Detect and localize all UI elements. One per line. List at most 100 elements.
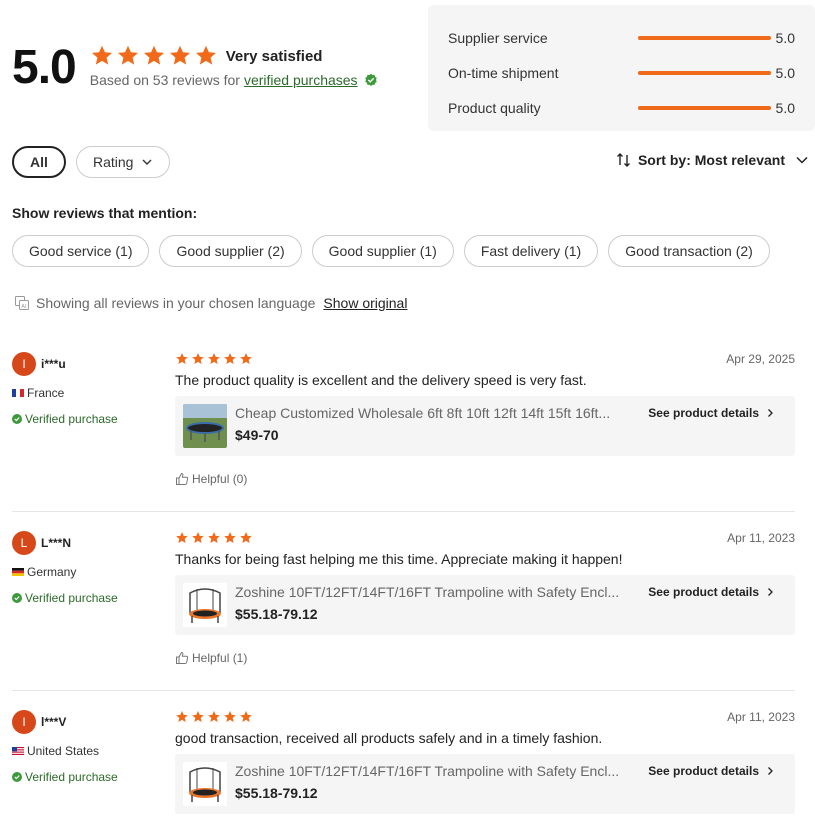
helpful-button[interactable]: Helpful (1): [175, 651, 795, 665]
score-value: 5.0: [775, 65, 795, 81]
review-text: Thanks for being fast helping me this ti…: [175, 551, 623, 567]
review-body: Apr 11, 2023 good transaction, received …: [175, 710, 795, 814]
star-icon: [176, 711, 188, 723]
verified-purchase-badge: Verified purchase: [12, 591, 162, 605]
summary-details: Very satisfied Based on 53 reviews for v…: [90, 44, 378, 88]
score-bar-fill: [638, 106, 771, 110]
flag-us-icon: [12, 747, 24, 755]
score-bar-fill: [638, 36, 771, 40]
reviewer-name: i***u: [41, 357, 66, 371]
sort-icon: [616, 153, 630, 167]
chevron-down-icon: [796, 156, 808, 164]
reviewer-country: France: [12, 386, 162, 400]
helpful-button[interactable]: Helpful (0): [175, 472, 795, 486]
language-notice: AI Showing all reviews in your chosen la…: [14, 295, 407, 311]
score-row-on-time-shipment: On-time shipment 5.0: [448, 63, 795, 83]
chevron-down-icon: [142, 159, 152, 165]
score-value: 5.0: [775, 100, 795, 116]
see-details-label: See product details: [648, 406, 759, 420]
flag-de-icon: [12, 568, 24, 576]
trampoline-enclosure-icon: [183, 583, 227, 627]
verified-label: Verified purchase: [25, 591, 118, 605]
sort-dropdown[interactable]: Sort by: Most relevant: [616, 152, 809, 168]
verified-purchase-badge: Verified purchase: [12, 770, 162, 784]
satisfaction-label: Very satisfied: [225, 47, 323, 65]
reviewer-info: L L***N Germany Verified purchase: [12, 531, 162, 605]
overall-score: 5.0: [12, 41, 77, 94]
filter-all-button[interactable]: All: [12, 146, 66, 178]
verified-purchase-badge: Verified purchase: [12, 412, 162, 426]
summary-stars-row: Very satisfied: [90, 44, 378, 68]
star-icon: [192, 532, 204, 544]
filter-rating-label: Rating: [93, 154, 134, 170]
review-divider: [12, 690, 795, 691]
trampoline-enclosure-icon: [183, 762, 227, 806]
product-card[interactable]: Zoshine 10FT/12FT/14FT/16FT Trampoline w…: [175, 575, 795, 635]
star-icon: [91, 45, 112, 65]
review-body: Apr 29, 2025 The product quality is exce…: [175, 352, 795, 486]
thumbs-up-icon: [176, 472, 189, 485]
reviewer-name: L***N: [41, 536, 72, 550]
mention-tag-good-supplier-2[interactable]: Good supplier (1): [311, 235, 454, 267]
star-icon: [176, 532, 188, 544]
country-name: United States: [27, 744, 100, 758]
language-notice-text: Showing all reviews in your chosen langu…: [36, 295, 316, 311]
trampoline-outdoor-icon: [183, 404, 227, 448]
reviewer-country: Germany: [12, 565, 162, 579]
verified-check-icon: [12, 593, 22, 603]
show-original-link[interactable]: Show original: [323, 295, 407, 311]
review-stars: [175, 531, 795, 545]
see-product-details-link[interactable]: See product details: [648, 406, 775, 420]
reviewer-header: I i***u: [12, 352, 162, 376]
based-on-text: Based on 53 reviews for verified purchas…: [90, 72, 378, 88]
review-text: good transaction, received all products …: [175, 730, 603, 746]
see-product-details-link[interactable]: See product details: [648, 585, 775, 599]
review-stars: [175, 710, 795, 724]
review-date: Apr 11, 2023: [727, 531, 795, 545]
chevron-right-icon: [768, 767, 773, 775]
score-label: On-time shipment: [448, 65, 559, 81]
helpful-label: Helpful (0): [192, 472, 248, 486]
verified-label: Verified purchase: [25, 412, 118, 426]
reviewer-name: l***V: [41, 715, 67, 729]
reviewer-country: United States: [12, 744, 162, 758]
product-price: $55.18-79.12: [235, 606, 318, 622]
sort-label: Sort by: Most relevant: [637, 152, 785, 168]
review-date: Apr 11, 2023: [727, 710, 795, 724]
reviewer-header: I l***V: [12, 710, 162, 734]
verified-purchases-link[interactable]: verified purchases: [244, 72, 358, 88]
reviewer-header: L L***N: [12, 531, 162, 555]
star-icon: [192, 353, 204, 365]
chevron-right-icon: [768, 588, 773, 596]
product-card[interactable]: Cheap Customized Wholesale 6ft 8ft 10ft …: [175, 396, 795, 456]
filter-rating-dropdown[interactable]: Rating: [76, 146, 171, 178]
star-icon: [192, 711, 204, 723]
mention-tag-good-transaction[interactable]: Good transaction (2): [608, 235, 770, 267]
based-on-prefix: Based on 53 reviews for: [89, 72, 240, 88]
product-price: $55.18-79.12: [235, 785, 318, 801]
review-stars: [175, 352, 795, 366]
score-row-product-quality: Product quality 5.0: [448, 98, 795, 118]
mentions-title: Show reviews that mention:: [12, 205, 198, 221]
mention-tag-good-supplier[interactable]: Good supplier (2): [159, 235, 302, 267]
mention-tag-good-service[interactable]: Good service (1): [12, 235, 150, 267]
score-value: 5.0: [775, 30, 795, 46]
flag-fr-icon: [12, 389, 24, 397]
star-icon: [176, 353, 188, 365]
verified-check-icon: [12, 414, 22, 424]
score-bar: [638, 71, 771, 75]
reviewer-info: I l***V United States Verified purchase: [12, 710, 162, 784]
mention-tag-fast-delivery[interactable]: Fast delivery (1): [463, 235, 599, 267]
see-product-details-link[interactable]: See product details: [648, 764, 775, 778]
star-icon: [240, 711, 252, 723]
country-name: Germany: [27, 565, 77, 579]
product-card[interactable]: Zoshine 10FT/12FT/14FT/16FT Trampoline w…: [175, 754, 795, 814]
score-label: Product quality: [448, 100, 541, 116]
avatar: I: [12, 710, 36, 734]
filter-row: All Rating: [12, 146, 180, 178]
star-icon: [195, 45, 216, 65]
product-title: Zoshine 10FT/12FT/14FT/16FT Trampoline w…: [235, 763, 620, 779]
translate-icon: AI: [15, 296, 29, 310]
rating-summary: 5.0 Very satisfied Based on 53 reviews f…: [12, 38, 378, 98]
score-bar: [638, 106, 771, 110]
